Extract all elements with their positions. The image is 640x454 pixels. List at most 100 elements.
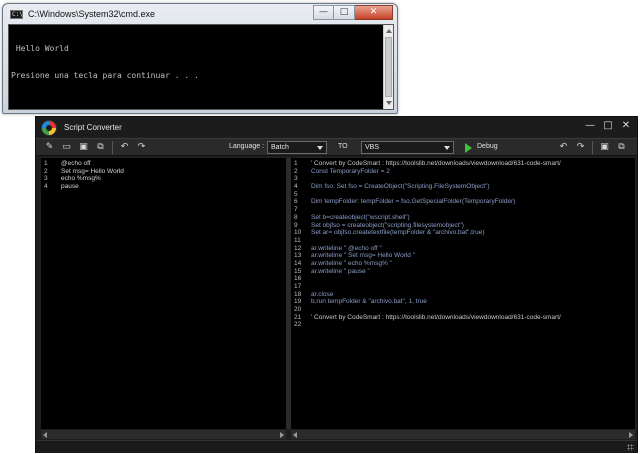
open-icon[interactable]: ✎: [42, 140, 57, 155]
script-converter-window: Script Converter — □ ✕ ✎ ▭ ▣ ⧉ ↶ ↷ Langu…: [35, 116, 638, 453]
converter-window-controls: — □ ✕: [581, 118, 635, 134]
line-number: 3: [44, 175, 48, 183]
line-number: 18: [294, 290, 302, 298]
save-as-icon[interactable]: ⧉: [93, 140, 108, 155]
folder-icon[interactable]: ▭: [59, 140, 74, 155]
cmd-minimize-button[interactable]: —: [313, 5, 334, 20]
source-horizontal-scrollbar[interactable]: [41, 430, 286, 439]
redo-icon[interactable]: ↷: [573, 140, 588, 155]
scroll-thumb[interactable]: [385, 37, 392, 97]
console-line: Hello World: [11, 44, 69, 53]
converter-title-bar[interactable]: Script Converter — □ ✕: [36, 117, 637, 137]
undo-icon[interactable]: ↶: [117, 140, 132, 155]
redo-icon[interactable]: ↷: [134, 140, 149, 155]
code-line: Dim tempFolder: tempFolder = fso.GetSpec…: [311, 198, 516, 206]
line-number: 19: [294, 298, 302, 306]
status-bar: [36, 440, 637, 453]
debug-button[interactable]: Debug: [477, 143, 498, 150]
to-label: TO: [338, 143, 348, 150]
cmd-window: C:\ C:\Windows\System32\cmd.exe — □ ✕ He…: [2, 3, 398, 114]
toolbar-divider: [592, 141, 593, 154]
line-number: 1: [44, 160, 48, 167]
line-number: 6: [294, 198, 298, 206]
chevron-down-icon: [444, 146, 450, 150]
chevron-down-icon: [317, 146, 323, 150]
play-icon[interactable]: [465, 143, 472, 153]
line-number: 10: [294, 229, 302, 237]
converter-close-button[interactable]: ✕: [617, 118, 635, 134]
line-number: 22: [294, 321, 302, 329]
converter-maximize-button[interactable]: □: [599, 118, 617, 134]
source-language-select[interactable]: Batch: [267, 141, 327, 154]
converter-window-title: Script Converter: [64, 123, 122, 132]
output-horizontal-scrollbar[interactable]: [291, 430, 635, 439]
code-line: Set objfso = createobject("scripting.fil…: [311, 221, 464, 229]
output-code-lines: ' Convert by CodeSmart : https://toolsli…: [311, 160, 561, 329]
source-language-value: Batch: [271, 144, 289, 151]
language-label: Language :: [229, 143, 265, 150]
cmd-console[interactable]: Hello World Presione una tecla para cont…: [8, 24, 394, 110]
left-toolbar-group: ✎ ▭ ▣ ⧉ ↶ ↷: [42, 140, 151, 155]
scroll-right-icon[interactable]: [629, 432, 633, 438]
source-code-lines: @echo off Set msg= Hello World echo %msg…: [61, 160, 124, 191]
output-code-editor[interactable]: 1 2 3 4 5 6 7 8 9 10 11 12 13 14 15 16 17 18 19 20 21 22 ' Co…: [291, 158, 635, 429]
code-line: ' Convert by CodeSmart : https://toolsli…: [311, 160, 561, 167]
code-line: ' Convert by CodeSmart : https://toolsli…: [311, 313, 561, 321]
code-line: ar.close: [311, 290, 334, 298]
code-line: pause: [61, 183, 79, 191]
line-number: 8: [294, 213, 298, 221]
resize-grip-icon[interactable]: [627, 444, 634, 451]
line-number: 17: [294, 283, 302, 290]
line-number: 2: [294, 167, 298, 175]
code-line: ar.writeline " @echo off ": [311, 244, 382, 252]
line-number: 7: [294, 206, 298, 214]
converter-minimize-button[interactable]: —: [581, 118, 599, 134]
cmd-close-button[interactable]: ✕: [355, 5, 393, 20]
save-icon[interactable]: ▣: [597, 140, 612, 155]
line-number: 21: [294, 313, 302, 321]
line-number: 1: [294, 160, 298, 167]
cmd-title-bar[interactable]: C:\ C:\Windows\System32\cmd.exe — □ ✕: [3, 4, 397, 24]
scroll-left-icon[interactable]: [43, 432, 47, 438]
line-number: 3: [294, 175, 298, 183]
line-number: 12: [294, 244, 302, 252]
line-number: 16: [294, 275, 302, 283]
app-logo-icon: [41, 120, 57, 136]
line-number: 13: [294, 252, 302, 260]
cmd-window-title: C:\Windows\System32\cmd.exe: [28, 9, 156, 19]
line-number: 4: [44, 183, 48, 191]
target-language-value: VBS: [365, 144, 380, 151]
line-number: 2: [44, 167, 48, 175]
cmd-maximize-button[interactable]: □: [334, 5, 355, 20]
scroll-up-icon[interactable]: [386, 29, 392, 33]
console-line: Presione una tecla para continuar . . .: [11, 71, 199, 80]
line-number: 4: [294, 183, 298, 191]
line-number: 9: [294, 221, 298, 229]
source-code-editor[interactable]: 1 2 3 4 @echo off Set msg= Hello World e…: [41, 158, 286, 429]
code-line: ar.writeline " pause ": [311, 267, 370, 275]
cmd-console-output: Hello World Presione una tecla para cont…: [11, 26, 199, 98]
target-language-select[interactable]: VBS: [361, 141, 454, 154]
toolbar-divider: [112, 141, 113, 154]
output-line-numbers: 1 2 3 4 5 6 7 8 9 10 11 12 13 14 15 16 17 18 19 20 21 22: [291, 160, 309, 329]
save-as-icon[interactable]: ⧉: [614, 140, 629, 155]
scroll-down-icon[interactable]: [386, 101, 392, 105]
code-line: @echo off: [61, 160, 91, 167]
source-line-numbers: 1 2 3 4: [41, 160, 59, 191]
code-line: Set msg= Hello World: [61, 167, 124, 175]
code-line: echo %msg%: [61, 175, 101, 183]
scroll-left-icon[interactable]: [293, 432, 297, 438]
scroll-right-icon[interactable]: [280, 432, 284, 438]
save-icon[interactable]: ▣: [76, 140, 91, 155]
code-line: Set ar= objfso.createtextfile(tempFolder…: [311, 229, 485, 237]
undo-icon[interactable]: ↶: [556, 140, 571, 155]
code-line: b.run tempFolder & "archivo.bat", 1, tru…: [311, 298, 427, 306]
line-number: 14: [294, 259, 302, 267]
cmd-vertical-scrollbar[interactable]: [383, 25, 393, 109]
line-number: 11: [294, 236, 301, 244]
